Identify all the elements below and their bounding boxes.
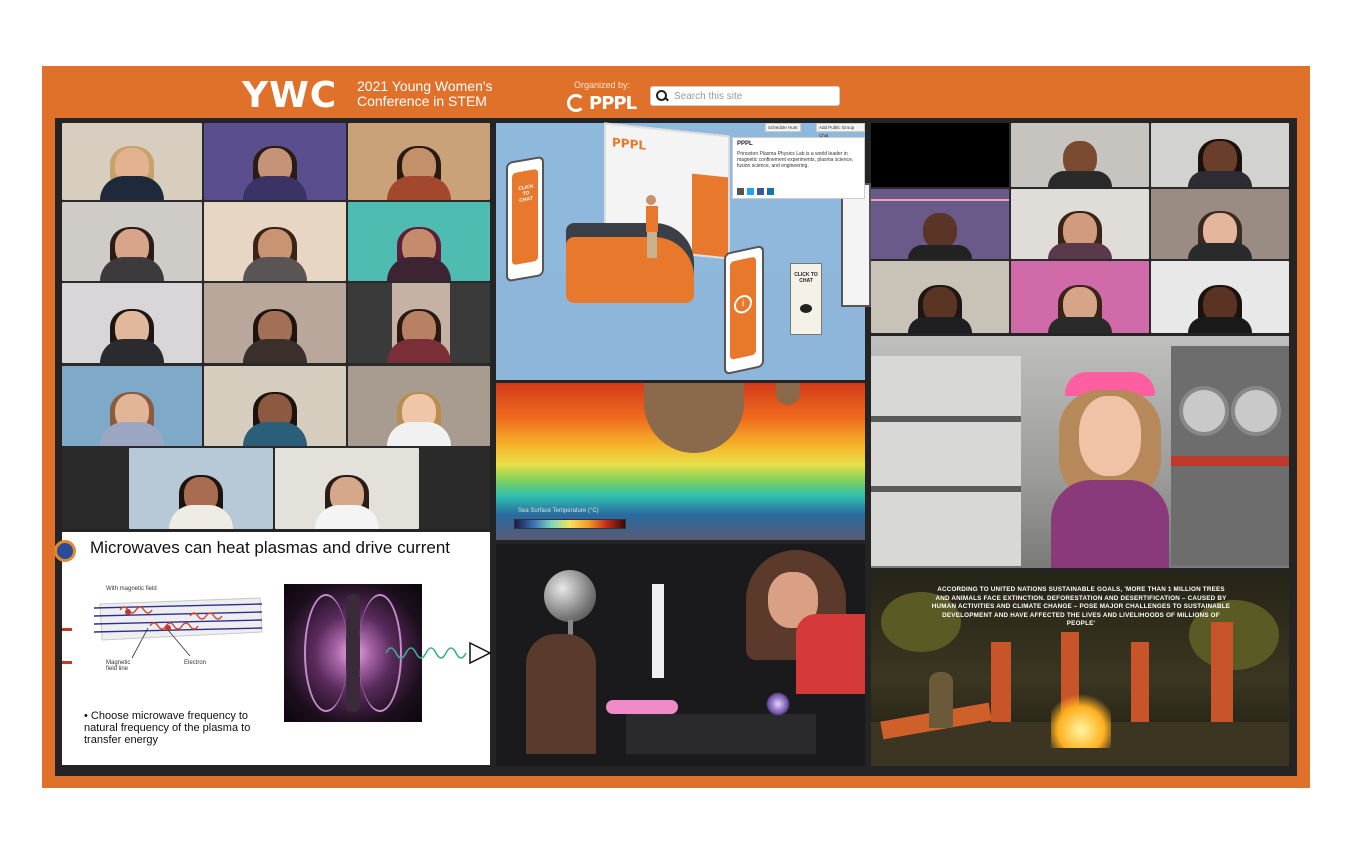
campfire: [1051, 688, 1111, 748]
slide-accent-stripes: [62, 628, 72, 664]
participant-video: [871, 123, 1009, 187]
participant-video: [62, 202, 202, 281]
slide-bullet: • Choose microwave frequency to natural …: [84, 710, 251, 746]
participant-video: [348, 123, 490, 200]
booth-counter[interactable]: [566, 223, 694, 303]
info-kiosk[interactable]: i: [724, 244, 764, 376]
lab-speaker-video: [871, 336, 1289, 568]
speaker: [1051, 372, 1169, 568]
virtual-booth: PPPL CLICK TO CHAT i CLICK TO CHAT Sched…: [496, 122, 871, 380]
participant-video: [1151, 123, 1289, 187]
search-input[interactable]: [672, 89, 836, 103]
pppl-logo[interactable]: PPPL: [567, 92, 637, 114]
chat-kiosk-left[interactable]: CLICK TO CHAT: [506, 155, 544, 283]
participant-video: [1151, 189, 1289, 259]
participant-video: [62, 283, 202, 363]
van-de-graaff-sphere: [544, 570, 596, 622]
booth-attendant: [646, 195, 658, 259]
colorbar: [514, 519, 626, 529]
kiosk-chat-label: CLICK TO CHAT: [518, 183, 534, 205]
booth-wall-right: [841, 183, 871, 307]
participant-video: [62, 123, 202, 200]
conference-frame: YWC 2021 Young Women's Conference in STE…: [42, 66, 1310, 788]
info-card-description: Princeton Plasma Physics Lab is a world …: [737, 151, 854, 169]
child-figure: [526, 634, 596, 754]
left-gallery: [62, 123, 490, 529]
slide-title: Microwaves can heat plasmas and drive cu…: [90, 538, 450, 557]
right-gallery: [871, 123, 1289, 333]
small-island: [776, 383, 800, 405]
slide-label-field-line: Magnetic field line: [106, 660, 131, 672]
linkedin-icon[interactable]: [767, 188, 774, 195]
ywc-logo[interactable]: YWC: [242, 76, 337, 116]
pppl-swirl-icon: [567, 94, 585, 112]
participant-video: [1151, 261, 1289, 333]
search-icon[interactable]: [656, 90, 668, 102]
slide-label-electron: Electron: [184, 660, 207, 666]
chat-banner[interactable]: CLICK TO CHAT: [790, 263, 822, 335]
participant-video: [129, 448, 273, 529]
participant-video: [871, 189, 1009, 259]
landmass: [644, 383, 744, 453]
social-links: [737, 188, 774, 195]
presentation-slide: Microwaves can heat plasmas and drive cu…: [54, 532, 492, 765]
booth-logo: PPPL: [612, 135, 647, 153]
participant-video: [204, 123, 346, 200]
info-icon: i: [734, 293, 752, 316]
participant-video: [348, 202, 490, 281]
participant-video: [275, 448, 419, 529]
participant-video: [204, 202, 346, 281]
chat-bubble-icon: [800, 304, 812, 313]
vr-avatar: [929, 672, 953, 728]
info-card-title: PPPL: [737, 141, 753, 147]
vr-caption: ACCORDING TO UNITED NATIONS SUSTAINABLE …: [931, 586, 1231, 627]
colorbar-label: Sea Surface Temperature (°C): [518, 508, 599, 514]
lab-equipment: [626, 714, 816, 754]
slide-emblem-icon: [54, 540, 76, 562]
plasma-glow: [606, 700, 678, 714]
banner-chat-label: CLICK TO CHAT: [794, 272, 818, 284]
twitter-icon[interactable]: [747, 188, 754, 195]
participant-video: [1011, 189, 1149, 259]
slide-label-magnetic: With magnetic field: [106, 586, 157, 592]
tokamak-machine: [1171, 346, 1289, 566]
site-search[interactable]: [650, 86, 840, 106]
video-collage: Microwaves can heat plasmas and drive cu…: [54, 118, 1297, 776]
participant-video: [348, 283, 490, 363]
booth-info-card: PPPL Princeton Plasma Physics Lab is a w…: [732, 137, 865, 199]
conference-title-line1: 2021 Young Women's: [357, 78, 493, 94]
participant-video: [204, 366, 346, 446]
group-chat-button[interactable]: Add Public Group Chat: [816, 123, 865, 138]
ocean-simulation: Sea Surface Temperature (°C): [496, 383, 865, 540]
participant-video: [62, 366, 202, 446]
conference-title: 2021 Young Women's Conference in STEM: [357, 79, 493, 109]
microwave-wave-icon: [386, 641, 492, 665]
pppl-logo-text: PPPL: [589, 92, 637, 114]
presenter-shirt: [796, 614, 865, 694]
link-icon[interactable]: [737, 188, 744, 195]
plasma-demo-video: [496, 544, 865, 766]
tube: [652, 584, 664, 678]
plasma-ball: [766, 692, 790, 716]
vr-forest-scene: ACCORDING TO UNITED NATIONS SUSTAINABLE …: [871, 572, 1289, 766]
participant-video: [204, 283, 346, 363]
participant-video: [348, 366, 490, 446]
schedule-hunt-button[interactable]: Schedule Hunt: [765, 123, 801, 132]
organized-by-label: Organized by:: [574, 80, 631, 90]
participant-video: [1011, 261, 1149, 333]
participant-video: [871, 261, 1009, 333]
participant-video: [1011, 123, 1149, 187]
lab-scaffold: [871, 356, 1021, 566]
conference-title-line2: Conference in STEM: [357, 93, 487, 109]
facebook-icon[interactable]: [757, 188, 764, 195]
site-header: YWC 2021 Young Women's Conference in STE…: [42, 66, 1310, 118]
